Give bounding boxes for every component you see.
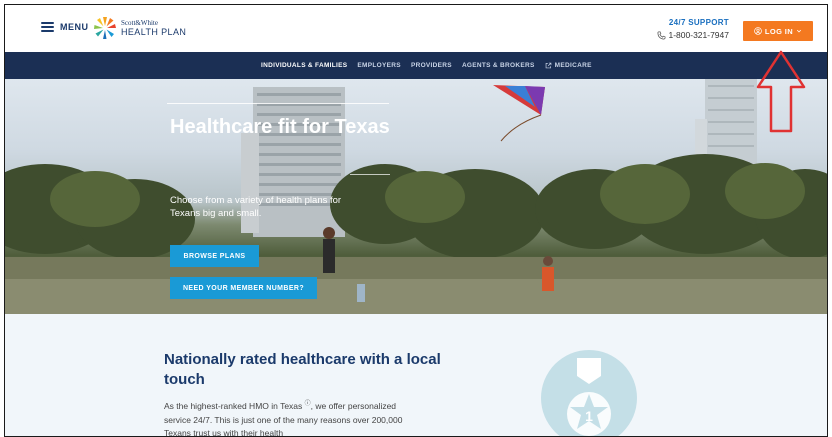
- phone-icon: [657, 31, 665, 39]
- menu-button[interactable]: MENU: [41, 22, 89, 32]
- hero-title: Healthcare fit for Texas: [170, 116, 390, 138]
- hero-photo: [5, 79, 827, 314]
- chevron-down-icon: [797, 29, 802, 33]
- nav-medicare[interactable]: MEDICARE: [545, 62, 592, 69]
- hero-divider-bottom: [350, 174, 390, 175]
- medal-number: 1: [585, 408, 593, 424]
- hero-banner: Healthcare fit for Texas Choose from a v…: [5, 79, 827, 314]
- site-header: MENU Scott&White HEALTH PLAN 24/7 SUPPOR…: [5, 5, 827, 52]
- section-body-part1: As the highest-ranked HMO in Texas: [164, 401, 303, 411]
- browse-plans-button[interactable]: BROWSE PLANS: [170, 245, 259, 267]
- nav-agents-brokers[interactable]: AGENTS & BROKERS: [462, 62, 535, 69]
- nav-medicare-label: MEDICARE: [554, 62, 592, 69]
- ratings-section: Nationally rated healthcare with a local…: [5, 314, 827, 436]
- support-phone-number: 1-800-321-7947: [668, 30, 730, 40]
- site-logo[interactable]: Scott&White HEALTH PLAN: [93, 16, 186, 40]
- external-link-icon: [545, 62, 551, 69]
- browser-frame: MENU Scott&White HEALTH PLAN 24/7 SUPPOR…: [4, 4, 828, 437]
- hero-subtitle: Choose from a variety of health plans fo…: [170, 195, 342, 220]
- nav-employers[interactable]: EMPLOYERS: [357, 62, 401, 69]
- hamburger-icon: [41, 22, 54, 32]
- logo-line2: HEALTH PLAN: [121, 26, 187, 37]
- support-title: 24/7 SUPPORT: [668, 18, 729, 27]
- menu-label: MENU: [60, 22, 89, 32]
- medal-icon: 1: [541, 350, 637, 436]
- nav-individuals-families[interactable]: INDIVIDUALS & FAMILIES: [261, 62, 347, 69]
- section-body: As the highest-ranked HMO in Texas ⓘ, we…: [164, 400, 424, 436]
- section-title: Nationally rated healthcare with a local…: [164, 351, 441, 388]
- login-button[interactable]: LOG IN: [743, 21, 813, 41]
- login-label: LOG IN: [764, 26, 794, 36]
- user-circle-icon: [754, 27, 762, 35]
- member-number-button[interactable]: NEED YOUR MEMBER NUMBER?: [170, 277, 317, 299]
- support-block: 24/7 SUPPORT 1-800-321-7947: [651, 18, 729, 40]
- support-phone-link[interactable]: 1-800-321-7947: [651, 30, 729, 40]
- sunburst-logo-icon: [94, 17, 116, 39]
- logo-line1: Scott&White: [121, 18, 158, 27]
- nav-providers[interactable]: PROVIDERS: [411, 62, 452, 69]
- hero-divider-top: [167, 103, 389, 104]
- main-nav: INDIVIDUALS & FAMILIES EMPLOYERS PROVIDE…: [5, 52, 827, 79]
- annotation-arrow-icon: [756, 50, 806, 133]
